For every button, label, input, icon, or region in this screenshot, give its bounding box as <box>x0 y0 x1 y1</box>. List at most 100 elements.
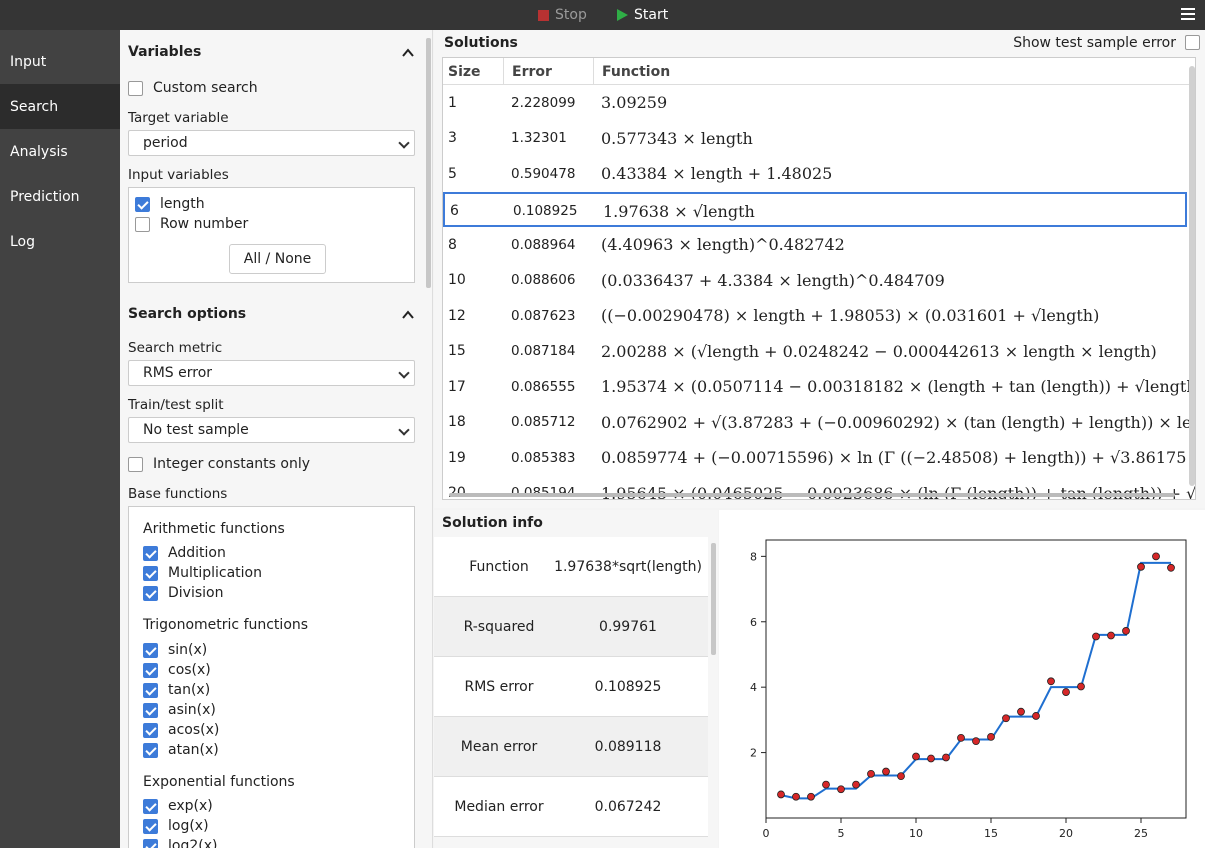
nav-item-input[interactable]: Input <box>0 39 120 84</box>
checkbox-box[interactable] <box>135 196 150 212</box>
table-vscrollbar[interactable] <box>1189 66 1195 486</box>
checkbox-box[interactable] <box>143 742 158 758</box>
chevron-up-icon[interactable] <box>402 309 414 321</box>
function-label: asin(x) <box>168 702 216 718</box>
cell-error: 0.590478 <box>511 165 576 182</box>
cell-function: 2.00288 × (√length + 0.0248242 − 0.00044… <box>601 341 1157 361</box>
show-test-error-checkbox[interactable] <box>1185 35 1200 50</box>
custom-search-checkbox[interactable]: Custom search <box>128 80 258 96</box>
all-none-button[interactable]: All / None <box>229 244 326 274</box>
checkbox-box[interactable] <box>143 565 158 581</box>
checkbox-box[interactable] <box>143 838 158 848</box>
function-checkbox[interactable]: Division <box>143 585 223 601</box>
table-row[interactable]: 8 0.088964 (4.40963 × length)^0.482742 <box>443 227 1187 263</box>
function-checkbox[interactable]: log2(x) <box>143 838 217 848</box>
function-checkbox[interactable]: atan(x) <box>143 742 219 758</box>
nav-item-search[interactable]: Search <box>0 84 120 129</box>
checkbox-box[interactable] <box>128 80 143 96</box>
checkbox-box[interactable] <box>128 456 143 472</box>
header-error[interactable]: Error <box>503 58 593 85</box>
checkbox-box[interactable] <box>135 216 150 232</box>
checkbox-box[interactable] <box>143 722 158 738</box>
checkbox-box[interactable] <box>143 585 158 601</box>
function-checkbox[interactable]: asin(x) <box>143 702 216 718</box>
nav-item-analysis[interactable]: Analysis <box>0 129 120 174</box>
function-checkbox[interactable]: log(x) <box>143 818 209 834</box>
table-hscrollbar[interactable] <box>449 493 1175 497</box>
start-button[interactable]: Start <box>617 0 668 30</box>
header-size[interactable]: Size <box>443 58 503 85</box>
function-label: tan(x) <box>168 682 211 698</box>
solution-info-panel: Solution info Function 1.97638*sqrt(lengt… <box>434 510 718 848</box>
stop-button[interactable]: Stop <box>538 0 587 30</box>
settings-scrollbar[interactable] <box>426 38 431 288</box>
function-checkbox[interactable]: Multiplication <box>143 565 262 581</box>
cell-size: 6 <box>450 203 459 219</box>
table-row[interactable]: 5 0.590478 0.43384 × length + 1.48025 <box>443 156 1187 192</box>
data-point <box>1092 632 1100 641</box>
target-variable-select[interactable]: period <box>128 130 415 156</box>
table-row[interactable]: 19 0.085383 0.0859774 + (−0.00715596) × ln… <box>443 440 1195 476</box>
function-checkbox[interactable]: sin(x) <box>143 642 207 658</box>
data-point <box>1167 563 1175 572</box>
function-checkbox[interactable]: exp(x) <box>143 798 213 814</box>
function-checkbox[interactable]: tan(x) <box>143 682 210 698</box>
data-point <box>852 780 860 789</box>
info-row: Function 1.97638*sqrt(length) <box>434 537 708 597</box>
fit-plot: 0 5 10 15 20 25 2 4 6 8 <box>750 539 1187 840</box>
function-label: cos(x) <box>168 662 211 678</box>
target-variable-value: period <box>143 135 188 151</box>
data-point <box>777 790 785 799</box>
header-function[interactable]: Function <box>593 58 1195 85</box>
table-row[interactable]: 15 0.087184 2.00288 × (√length + 0.0248242… <box>443 334 1187 370</box>
table-row[interactable]: 3 1.32301 0.577343 × length <box>443 121 1187 157</box>
table-row[interactable]: 18 0.085712 0.0762902 + √(3.87283 + (−0.00… <box>443 405 1195 441</box>
nav-item-log[interactable]: Log <box>0 219 120 264</box>
chevron-up-icon[interactable] <box>402 47 414 59</box>
table-row[interactable]: 10 0.088606 (0.0336437 + 4.3384 × length)^… <box>443 263 1187 299</box>
nav-item-prediction[interactable]: Prediction <box>0 174 120 219</box>
data-point <box>1107 631 1115 640</box>
cell-size: 12 <box>448 307 466 324</box>
input-variable-length[interactable]: length <box>135 196 205 212</box>
function-checkbox[interactable]: Addition <box>143 545 226 561</box>
cell-function: 0.43384 × length + 1.48025 <box>601 164 833 183</box>
table-row[interactable]: 6 0.108925 1.97638 × √length <box>443 191 1187 227</box>
cell-function: 1.97638 × √length <box>603 201 755 221</box>
stop-icon <box>538 9 549 21</box>
checkbox-box[interactable] <box>143 798 158 814</box>
toolbar: Stop Start <box>0 0 1205 30</box>
checkbox-box[interactable] <box>143 818 158 834</box>
data-point <box>1062 688 1070 696</box>
checkbox-box[interactable] <box>143 702 158 718</box>
table-row[interactable]: 12 0.087623 ((−0.00290478) × length + 1.98… <box>443 298 1187 334</box>
checkbox-box[interactable] <box>143 662 158 678</box>
checkbox-box[interactable] <box>143 642 158 658</box>
data-point <box>942 753 950 762</box>
info-value: 0.99761 <box>599 619 657 635</box>
checkbox-box[interactable] <box>143 545 158 561</box>
data-point <box>1017 707 1025 716</box>
y-tick-label: 8 <box>750 550 757 563</box>
train-test-select[interactable]: No test sample <box>128 417 415 443</box>
data-point <box>837 785 845 794</box>
data-point <box>957 733 965 742</box>
solutions-panel: Solutions Show test sample error Size Er… <box>434 30 1205 508</box>
cell-size: 18 <box>448 414 466 430</box>
function-checkbox[interactable]: acos(x) <box>143 722 219 738</box>
search-metric-select[interactable]: RMS error <box>128 360 415 386</box>
integer-constants-checkbox[interactable]: Integer constants only <box>128 456 310 472</box>
hamburger-icon[interactable] <box>1181 8 1195 21</box>
solution-info-scrollbar[interactable] <box>711 543 716 655</box>
function-checkbox[interactable]: cos(x) <box>143 662 211 678</box>
table-row[interactable]: 1 2.228099 3.09259 <box>443 85 1187 121</box>
cell-function: 0.0762902 + √(3.87283 + (−0.00960292) × … <box>601 412 1196 432</box>
data-point <box>897 772 905 781</box>
checkbox-box[interactable] <box>143 682 158 698</box>
nav-label: Prediction <box>10 188 80 205</box>
input-variable-row-number[interactable]: Row number <box>135 216 248 232</box>
function-label: acos(x) <box>168 722 220 738</box>
table-row[interactable]: 17 0.086555 1.95374 × (0.0507114 − 0.00318… <box>443 369 1195 405</box>
data-point <box>927 754 935 763</box>
show-test-error-label: Show test sample error <box>1013 35 1176 51</box>
